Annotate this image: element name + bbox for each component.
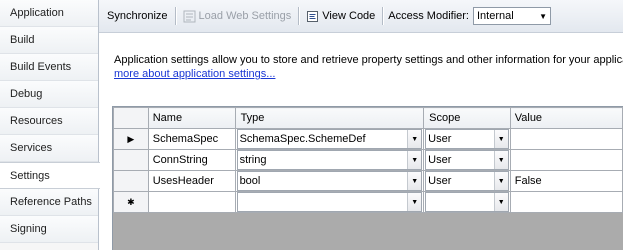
sidebar-item-settings[interactable]: Settings [0, 162, 100, 189]
chevron-down-icon[interactable]: ▼ [407, 130, 422, 148]
setting-value-cell[interactable] [509, 149, 623, 171]
sidebar-item-application[interactable]: Application [0, 0, 98, 27]
type-value: SchemaSpec.SchemeDef [239, 133, 366, 145]
access-modifier-dropdown[interactable]: Internal ▼ [473, 7, 551, 25]
synchronize-button[interactable]: Synchronize [105, 5, 170, 27]
chevron-down-icon[interactable]: ▼ [407, 172, 422, 190]
table-row[interactable]: UsesHeader bool ▼ User ▼ False [113, 170, 623, 192]
sidebar-item-services[interactable]: Services [0, 135, 98, 162]
setting-type-cell[interactable]: ▼ [234, 191, 425, 213]
type-combobox[interactable]: ▼ [236, 192, 423, 212]
setting-name-cell[interactable]: ConnString [147, 149, 236, 171]
current-row-marker[interactable]: ▶ [113, 128, 149, 150]
synchronize-label: Synchronize [107, 10, 168, 22]
table-row[interactable]: ▶ SchemaSpec SchemaSpec.SchemeDef ▼ User… [113, 128, 623, 150]
settings-grid: Name Type Scope Value ▶ SchemaSpec Schem… [112, 106, 623, 250]
scope-value: User [428, 154, 452, 166]
setting-scope-cell[interactable]: User ▼ [423, 170, 511, 192]
setting-name-cell[interactable]: SchemaSpec [147, 128, 236, 150]
learn-more-link[interactable]: more about application settings... [114, 67, 623, 81]
type-value: string [239, 154, 267, 166]
settings-toolbar: Synchronize Load Web Settings View Code … [99, 0, 623, 33]
column-header-value[interactable]: Value [509, 107, 623, 129]
view-code-label: View Code [322, 10, 376, 22]
type-combobox[interactable]: string ▼ [236, 150, 423, 170]
setting-name-cell[interactable] [147, 191, 236, 213]
chevron-down-icon: ▼ [539, 11, 547, 21]
access-modifier-label: Access Modifier: [388, 10, 469, 22]
settings-table: Name Type Scope Value ▶ SchemaSpec Schem… [113, 107, 623, 213]
new-row-marker[interactable]: ✱ [113, 191, 149, 213]
setting-type-cell[interactable]: bool ▼ [234, 170, 425, 192]
scope-combobox[interactable]: User ▼ [425, 150, 509, 170]
chevron-down-icon[interactable]: ▼ [493, 130, 508, 148]
row-header-corner [113, 107, 149, 129]
settings-description: Application settings allow you to store … [114, 53, 623, 81]
setting-name-cell[interactable]: UsesHeader [147, 170, 236, 192]
setting-scope-cell[interactable]: User ▼ [423, 128, 511, 150]
chevron-down-icon[interactable]: ▼ [493, 151, 508, 169]
project-properties-sidebar: Application Build Build Events Debug Res… [0, 0, 100, 250]
new-row[interactable]: ✱ ▼ ▼ [113, 191, 623, 213]
sidebar-item-signing[interactable]: Signing [0, 216, 98, 243]
scope-value: User [428, 175, 452, 187]
scope-value: User [428, 133, 452, 145]
toolbar-separator [382, 7, 384, 25]
chevron-down-icon[interactable]: ▼ [493, 172, 508, 190]
grid-header-row: Name Type Scope Value [113, 107, 623, 129]
column-header-scope[interactable]: Scope [423, 107, 511, 129]
setting-type-cell[interactable]: SchemaSpec.SchemeDef ▼ [234, 128, 425, 150]
setting-value-cell[interactable]: False [509, 170, 623, 192]
setting-scope-cell[interactable]: ▼ [423, 191, 511, 213]
load-web-settings-button[interactable]: Load Web Settings [181, 5, 294, 27]
access-modifier-value: Internal [477, 10, 514, 22]
load-web-settings-label: Load Web Settings [198, 10, 292, 22]
column-header-type[interactable]: Type [234, 107, 425, 129]
row-marker[interactable] [113, 149, 149, 171]
view-code-icon [307, 10, 319, 22]
scope-combobox[interactable]: ▼ [425, 192, 509, 212]
load-web-settings-icon [183, 10, 196, 22]
toolbar-separator [298, 7, 300, 25]
sidebar-item-build-events[interactable]: Build Events [0, 54, 98, 81]
settings-page: Application settings allow you to store … [99, 33, 623, 250]
scope-combobox[interactable]: User ▼ [425, 171, 509, 191]
view-code-button[interactable]: View Code [304, 5, 377, 27]
row-marker[interactable] [113, 170, 149, 192]
sidebar-item-reference-paths[interactable]: Reference Paths [0, 189, 98, 216]
new-row-icon: ✱ [127, 197, 135, 207]
type-value: bool [239, 175, 261, 187]
toolbar-separator [174, 7, 176, 25]
setting-type-cell[interactable]: string ▼ [234, 149, 425, 171]
description-text: Application settings allow you to store … [114, 54, 623, 66]
chevron-down-icon[interactable]: ▼ [407, 193, 422, 211]
sidebar-item-build[interactable]: Build [0, 27, 98, 54]
setting-scope-cell[interactable]: User ▼ [423, 149, 511, 171]
column-header-name[interactable]: Name [147, 107, 236, 129]
scope-combobox[interactable]: User ▼ [425, 129, 509, 149]
sidebar-item-debug[interactable]: Debug [0, 81, 98, 108]
setting-value-cell[interactable] [509, 128, 623, 150]
chevron-down-icon[interactable]: ▼ [407, 151, 422, 169]
setting-value-cell[interactable] [509, 191, 623, 213]
chevron-down-icon[interactable]: ▼ [493, 193, 508, 211]
table-row[interactable]: ConnString string ▼ User ▼ [113, 149, 623, 171]
type-combobox[interactable]: bool ▼ [236, 171, 423, 191]
sidebar-item-resources[interactable]: Resources [0, 108, 98, 135]
type-combobox[interactable]: SchemaSpec.SchemeDef ▼ [236, 129, 423, 149]
